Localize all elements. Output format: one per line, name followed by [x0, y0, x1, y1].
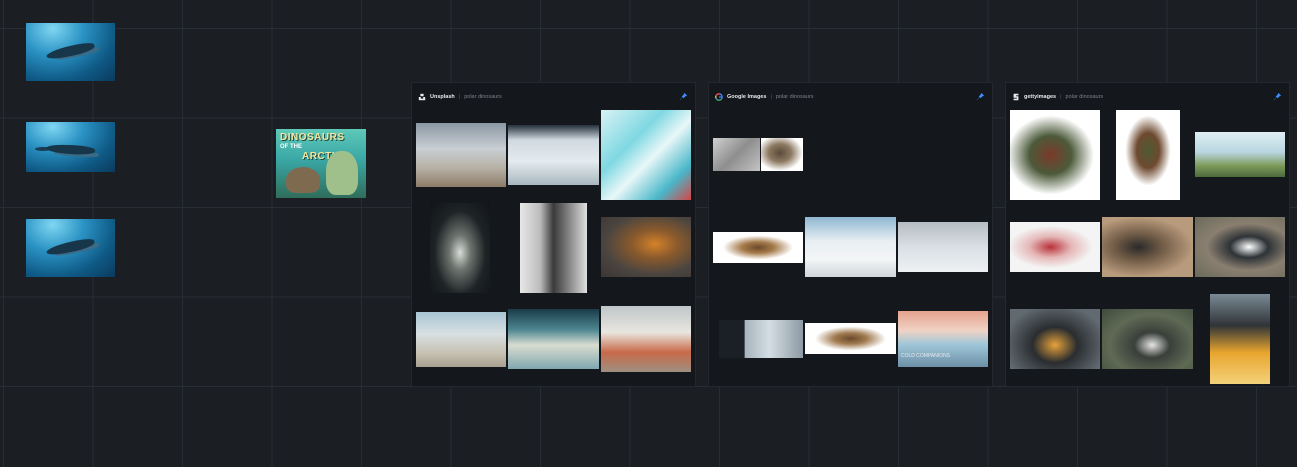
- panel-source-label: Unsplash: [430, 94, 455, 100]
- result-image-dino-snow[interactable]: [719, 320, 803, 358]
- panel-separator: |: [458, 94, 461, 100]
- result-image-penguin[interactable]: [1195, 217, 1285, 277]
- panel-header: Unsplash | polar dinosaurs: [418, 91, 502, 103]
- result-image-dinos-landscape[interactable]: [1195, 132, 1285, 177]
- canvas-image-dinosaurs-poster[interactable]: DINOSAURS OF THE ARCTIC: [276, 129, 366, 198]
- result-image-dino-sketch[interactable]: [713, 138, 760, 171]
- dinosaur-illustration: [326, 151, 358, 195]
- panel-header: gettyimages | polar dinosaurs: [1012, 91, 1103, 103]
- panel-query: polar dinosaurs: [775, 94, 814, 100]
- unsplash-icon: [418, 93, 426, 101]
- canvas-image-shark-1[interactable]: [26, 23, 115, 81]
- result-image-cold-companions[interactable]: COLD COMPANIONS: [898, 311, 988, 367]
- result-image-king-penguins[interactable]: [1010, 309, 1100, 369]
- canvas-image-shark-2[interactable]: [26, 122, 115, 172]
- result-image-trex-standing[interactable]: [1116, 110, 1180, 200]
- search-panel-unsplash[interactable]: Unsplash | polar dinosaurs: [411, 82, 696, 387]
- google-icon: [715, 93, 723, 101]
- panel-query: polar dinosaurs: [464, 94, 502, 100]
- poster-title: DINOSAURS: [280, 132, 345, 143]
- result-image-white-dino[interactable]: [898, 222, 988, 272]
- result-image-dino-side[interactable]: [805, 323, 896, 354]
- result-image-arctic-map[interactable]: [601, 110, 691, 200]
- panel-source-label: Google Images: [727, 94, 767, 100]
- poster-subtitle: OF THE: [280, 144, 302, 150]
- panel-separator: |: [1060, 94, 1062, 100]
- result-image-building[interactable]: [520, 203, 587, 293]
- pin-icon[interactable]: [976, 92, 985, 101]
- getty-icon: [1013, 93, 1019, 101]
- search-panel-gettyimages[interactable]: gettyimages | polar dinosaurs: [1005, 82, 1290, 387]
- result-image-raptor[interactable]: [713, 232, 803, 263]
- pin-icon[interactable]: [1273, 92, 1282, 101]
- panel-header: Google Images | polar dinosaurs: [715, 91, 813, 103]
- result-image-polar-bear-glass[interactable]: [508, 309, 599, 369]
- result-image-two-polar-bears[interactable]: [601, 306, 691, 372]
- result-image-fossil[interactable]: [601, 217, 691, 277]
- result-image-dino-skull[interactable]: [761, 138, 803, 171]
- panel-query: polar dinosaurs: [1065, 94, 1104, 100]
- pin-icon[interactable]: [679, 92, 688, 101]
- result-image-king-penguin-closeup[interactable]: [1210, 294, 1270, 384]
- panel-separator: |: [770, 94, 772, 100]
- result-image-penguin-water[interactable]: [1102, 309, 1193, 369]
- result-image-penguin-chick[interactable]: [1102, 217, 1193, 277]
- result-image-polar-bear-snow[interactable]: [508, 125, 599, 185]
- result-image-walrus[interactable]: [416, 123, 506, 187]
- result-image-arctic-dinos[interactable]: [805, 217, 896, 277]
- result-image-trex-head[interactable]: [1010, 110, 1100, 200]
- result-image-polar-bears-ice[interactable]: [416, 312, 506, 367]
- image-caption: COLD COMPANIONS: [901, 353, 951, 359]
- result-image-red-fossil[interactable]: [1010, 222, 1100, 272]
- result-image-polar-bear-dark[interactable]: [430, 203, 490, 293]
- panel-source-label: gettyimages: [1024, 94, 1057, 100]
- canvas-image-shark-3[interactable]: [26, 219, 115, 277]
- dinosaur-illustration: [286, 167, 320, 193]
- search-panel-google[interactable]: Google Images | polar dinosaurs COLD COM…: [708, 82, 993, 387]
